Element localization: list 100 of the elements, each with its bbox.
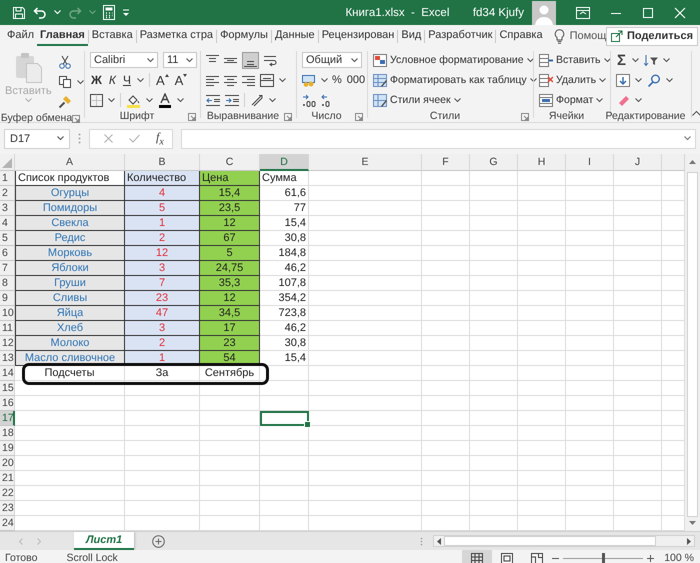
copy-icon[interactable]: [58, 75, 72, 89]
row-header[interactable]: 21: [0, 471, 15, 486]
caret-icon[interactable]: [146, 98, 153, 102]
row-header[interactable]: 7: [0, 261, 15, 276]
horizontal-scrollbar[interactable]: [433, 535, 695, 547]
caret-icon[interactable]: [279, 78, 286, 82]
lightbulb-icon[interactable]: [554, 28, 565, 44]
avatar-icon[interactable]: [532, 0, 556, 24]
percent-button[interactable]: %: [331, 74, 343, 86]
currency-icon[interactable]: [302, 74, 318, 86]
scroll-left-icon[interactable]: [437, 538, 441, 544]
scrollbar-thumb[interactable]: [687, 172, 698, 517]
format-painter-icon[interactable]: [58, 95, 72, 109]
cell-styles-button[interactable]: Стили ячеек: [373, 94, 461, 106]
undo-icon[interactable]: [33, 6, 47, 19]
row-header[interactable]: 23: [0, 501, 15, 516]
merge-cells-icon[interactable]: [260, 74, 274, 86]
column-header[interactable]: H: [518, 154, 566, 171]
ribbon-tab[interactable]: Вид: [398, 26, 424, 46]
row-header[interactable]: 11: [0, 321, 15, 336]
column-header[interactable]: E: [309, 154, 422, 171]
customize-icon[interactable]: [122, 8, 130, 16]
caret-icon[interactable]: [136, 78, 144, 82]
dialog-launcher-icon[interactable]: [521, 113, 529, 121]
font-size-field[interactable]: 11: [163, 52, 197, 68]
ribbon-tab[interactable]: Файл: [4, 26, 38, 46]
name-box[interactable]: D17: [4, 128, 70, 148]
ribbon-display-icon[interactable]: [576, 6, 590, 18]
row-header[interactable]: 5: [0, 231, 15, 246]
align-right-icon[interactable]: [242, 74, 255, 86]
tell-me-search[interactable]: Помощ: [570, 30, 606, 42]
split-handle-icon[interactable]: [420, 536, 423, 546]
caret-icon[interactable]: [604, 58, 611, 62]
caret-icon[interactable]: [599, 78, 606, 82]
ribbon-tab[interactable]: Рецензирован: [318, 26, 398, 46]
scroll-down-icon[interactable]: [689, 521, 696, 525]
caret-icon[interactable]: [635, 78, 642, 82]
formula-input[interactable]: [180, 128, 696, 148]
decrease-indent-icon[interactable]: [206, 94, 220, 106]
search-icon[interactable]: [647, 74, 661, 86]
thousands-button[interactable]: 000: [346, 74, 366, 86]
increase-decimal-icon[interactable]: [302, 94, 316, 106]
row-header[interactable]: 8: [0, 276, 15, 291]
caret-icon[interactable]: [351, 58, 358, 62]
caret-icon[interactable]: [635, 98, 642, 102]
column-header[interactable]: F: [422, 154, 470, 171]
selected-cell[interactable]: [260, 411, 309, 426]
grow-font-button[interactable]: A: [154, 72, 169, 88]
normal-view-icon[interactable]: [471, 552, 484, 563]
row-header[interactable]: 24: [0, 516, 15, 531]
conditional-formatting-button[interactable]: Условное форматирование: [373, 54, 534, 66]
row-header[interactable]: 6: [0, 246, 15, 261]
row-header[interactable]: 13: [0, 351, 15, 366]
align-bottom-icon[interactable]: [242, 52, 259, 68]
caret-icon[interactable]: [321, 78, 328, 82]
number-format-field[interactable]: Общий: [302, 52, 362, 68]
add-sheet-icon[interactable]: [152, 534, 166, 548]
row-header[interactable]: 9: [0, 291, 15, 306]
ribbon-tab[interactable]: Справка: [496, 26, 546, 46]
column-header[interactable]: J: [614, 154, 662, 171]
insert-function-button[interactable]: f$_{x}$: [156, 130, 164, 148]
zoom-level[interactable]: 100 %: [664, 552, 694, 563]
ribbon-tab[interactable]: Разработчик: [425, 26, 496, 46]
column-header[interactable]: I: [566, 154, 614, 171]
caret-icon[interactable]: [186, 58, 193, 62]
format-as-table-button[interactable]: Форматировать как таблицу: [373, 74, 537, 86]
dialog-launcher-icon[interactable]: [284, 113, 292, 121]
save-icon[interactable]: [12, 6, 26, 20]
caret-icon[interactable]: [454, 98, 461, 102]
column-header[interactable]: D: [260, 154, 309, 171]
column-header[interactable]: A: [15, 154, 125, 171]
calculator-icon[interactable]: [103, 5, 115, 20]
fill-down-icon[interactable]: [616, 74, 630, 86]
increase-indent-icon[interactable]: [225, 94, 239, 106]
dialog-launcher-icon[interactable]: [188, 113, 196, 121]
page-layout-icon[interactable]: [501, 552, 514, 563]
row-header[interactable]: 1: [0, 171, 15, 186]
ribbon-tab[interactable]: Формулы: [217, 26, 271, 46]
row-header[interactable]: 14: [0, 366, 15, 381]
row-header[interactable]: 20: [0, 456, 15, 471]
row-header[interactable]: 19: [0, 441, 15, 456]
shrink-font-button[interactable]: A: [174, 72, 188, 88]
format-cells-button[interactable]: Формат: [539, 94, 604, 106]
text-color-icon[interactable]: [158, 92, 172, 108]
column-header[interactable]: B: [125, 154, 200, 171]
zoom-slider[interactable]: [602, 552, 606, 562]
share-button[interactable]: Поделиться: [606, 26, 698, 46]
row-header[interactable]: 16: [0, 396, 15, 411]
column-header[interactable]: G: [470, 154, 518, 171]
caret-icon[interactable]: [596, 98, 604, 102]
underline-button[interactable]: Ч: [122, 73, 132, 87]
caret-icon[interactable]: [526, 58, 534, 62]
cut-icon[interactable]: [58, 55, 72, 69]
orientation-icon[interactable]: [250, 94, 264, 106]
align-left-icon[interactable]: [206, 74, 219, 86]
insert-cells-button[interactable]: Вставить: [539, 54, 611, 66]
row-header[interactable]: 12: [0, 336, 15, 351]
column-header[interactable]: C: [200, 154, 260, 171]
caret-icon[interactable]: [108, 98, 115, 102]
caret-icon[interactable]: [632, 58, 640, 62]
